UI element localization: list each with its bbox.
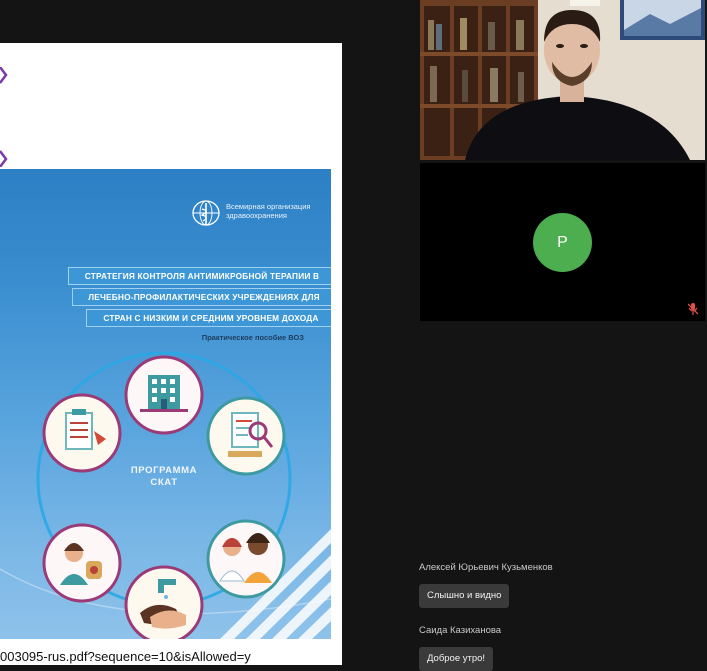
participant-avatar-tile[interactable]: P: [420, 163, 705, 321]
participant-video-feed: [420, 0, 705, 160]
cover-illustration: [0, 351, 331, 639]
pharmacy-icon: [42, 523, 122, 603]
who-organization-name: Всемирная организация здравоохранения: [226, 202, 311, 220]
lab-analysis-icon: [206, 396, 286, 476]
title-band-2: лечебно-профилактических учреждениях для: [72, 288, 331, 306]
hospital-icon: [124, 355, 204, 435]
program-label: ПРОГРАММА СКАТ: [130, 465, 198, 488]
who-emblem-icon: [192, 200, 220, 226]
title-band-1: Стратегия контроля антимикробной терапии…: [68, 267, 331, 285]
participant-video-tile[interactable]: [420, 0, 705, 160]
checklist-icon: [42, 393, 122, 473]
shared-screen: Всемирная организация здравоохранения Ст…: [0, 43, 342, 665]
chat-sender-name: Саида Казиханова: [419, 625, 502, 636]
doctors-group-icon: [206, 519, 286, 599]
cover-subtitle: Практическое пособие ВОЗ: [201, 333, 304, 342]
title-band-3: стран с низким и средним уровнем дохода: [86, 309, 331, 327]
document-url: 003095-rus.pdf?sequence=10&isAllowed=y: [0, 649, 251, 664]
handwashing-icon: [124, 565, 204, 639]
document-cover: Всемирная организация здравоохранения Ст…: [0, 169, 331, 639]
chat-message: Слышно и видно: [419, 584, 510, 608]
purple-arrow-decoration: [0, 67, 8, 167]
chat-message: Доброе утро!: [419, 647, 494, 671]
avatar: P: [533, 213, 592, 272]
mic-muted-icon: [688, 303, 698, 315]
chat-sender-name: Алексей Юрьевич Кузьменков: [419, 562, 553, 573]
